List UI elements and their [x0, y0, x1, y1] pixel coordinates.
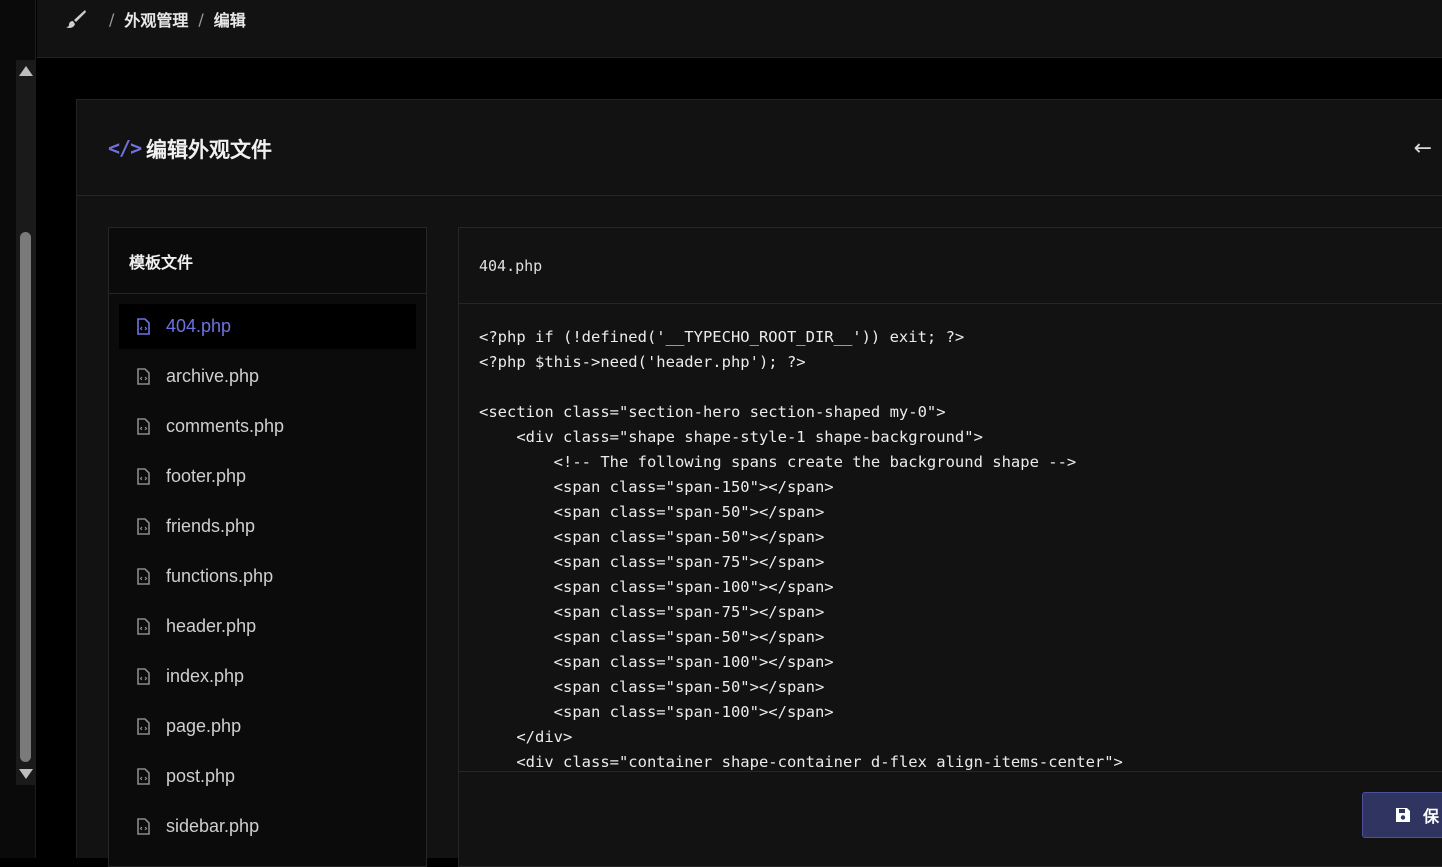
back-arrow-icon[interactable]: ← [1414, 136, 1432, 161]
file-item-label: post.php [166, 766, 236, 786]
file-item[interactable]: header.php [119, 604, 416, 649]
file-item[interactable]: sidebar.php [119, 804, 416, 849]
file-item[interactable]: post.php [119, 754, 416, 799]
file-item-label: 404.php [166, 316, 232, 336]
code-line: <span class="span-75"></span> [479, 553, 825, 571]
file-item-label: sidebar.php [166, 816, 260, 836]
code-icon: </> [108, 136, 142, 160]
file-item-label: friends.php [166, 516, 256, 536]
save-button-label: 保 [1423, 807, 1440, 826]
editor-panel: 404.php <?php if (!defined('__TYPECHO_RO… [458, 227, 1442, 867]
file-item-label: header.php [166, 616, 257, 636]
code-line: <span class="span-50"></span> [479, 528, 825, 546]
file-item-label: archive.php [166, 366, 260, 386]
file-item-label: index.php [166, 666, 245, 686]
code-line: <span class="span-75"></span> [479, 603, 825, 621]
vertical-scrollbar[interactable] [16, 60, 36, 785]
file-item[interactable]: 404.php [119, 304, 416, 349]
file-item[interactable]: functions.php [119, 554, 416, 599]
file-item-label: page.php [166, 716, 242, 736]
file-code-icon [137, 618, 150, 635]
code-line: <div class="container shape-container d-… [479, 753, 1123, 771]
save-button[interactable]: 保 [1362, 792, 1442, 838]
file-code-icon [137, 568, 150, 585]
file-code-icon [137, 318, 150, 335]
edit-theme-card: </> 编辑外观文件 ← 模板文件 404.php archive.php comm… [76, 99, 1442, 867]
code-line: <div class="shape shape-style-1 shape-ba… [479, 428, 983, 446]
file-code-icon [137, 468, 150, 485]
file-item[interactable]: comments.php [119, 404, 416, 449]
breadcrumb: / 外观管理 / 编辑 [109, 7, 246, 31]
page-title: 编辑外观文件 [146, 138, 272, 162]
left-strip [0, 0, 36, 858]
file-code-icon [137, 518, 150, 535]
file-code-icon [137, 818, 150, 835]
floppy-disk-icon [1396, 808, 1410, 822]
breadcrumb-item-appearance[interactable]: 外观管理 [124, 7, 188, 31]
breadcrumb-item-edit: 编辑 [213, 11, 246, 30]
file-code-icon [137, 418, 150, 435]
file-item-label: functions.php [166, 566, 274, 586]
file-code-icon [137, 718, 150, 735]
file-item-label: footer.php [166, 466, 247, 486]
code-line: <span class="span-50"></span> [479, 503, 825, 521]
editor-filename: 404.php [459, 228, 1442, 304]
file-code-icon [137, 368, 150, 385]
breadcrumb-separator: / [198, 9, 204, 29]
code-line: <span class="span-100"></span> [479, 578, 834, 596]
code-line: <section class="section-hero section-sha… [479, 403, 946, 421]
scroll-down-arrow-icon[interactable] [19, 769, 33, 779]
code-line: <span class="span-150"></span> [479, 478, 834, 496]
code-line: <span class="span-100"></span> [479, 703, 834, 721]
file-list: 404.php archive.php comments.php footer.php… [109, 294, 426, 864]
code-line: <?php if (!defined('__TYPECHO_ROOT_DIR__… [479, 328, 965, 346]
code-line: <span class="span-50"></span> [479, 628, 825, 646]
file-item[interactable]: page.php [119, 704, 416, 749]
file-item-label: comments.php [166, 416, 285, 436]
code-line: <span class="span-50"></span> [479, 678, 825, 696]
top-bar: / 外观管理 / 编辑 [37, 0, 1442, 58]
code-line: </div> [479, 728, 573, 746]
file-item[interactable]: archive.php [119, 354, 416, 399]
code-line: <!-- The following spans create the back… [479, 453, 1077, 471]
files-panel-title: 模板文件 [109, 228, 426, 294]
scroll-thumb[interactable] [20, 232, 31, 762]
file-item[interactable]: friends.php [119, 504, 416, 549]
file-code-icon [137, 668, 150, 685]
file-item[interactable]: index.php [119, 654, 416, 699]
scroll-up-arrow-icon[interactable] [19, 66, 33, 76]
file-code-icon [137, 768, 150, 785]
file-item[interactable]: footer.php [119, 454, 416, 499]
template-files-panel: 模板文件 404.php archive.php comments.php foote… [108, 227, 427, 867]
code-line: <?php $this->need('header.php'); ?> [479, 353, 806, 371]
breadcrumb-separator: / [109, 9, 115, 29]
card-header: </> 编辑外观文件 ← [77, 100, 1442, 196]
brush-icon [66, 10, 86, 28]
code-editor[interactable]: <?php if (!defined('__TYPECHO_ROOT_DIR__… [459, 304, 1442, 772]
code-line: <span class="span-100"></span> [479, 653, 834, 671]
